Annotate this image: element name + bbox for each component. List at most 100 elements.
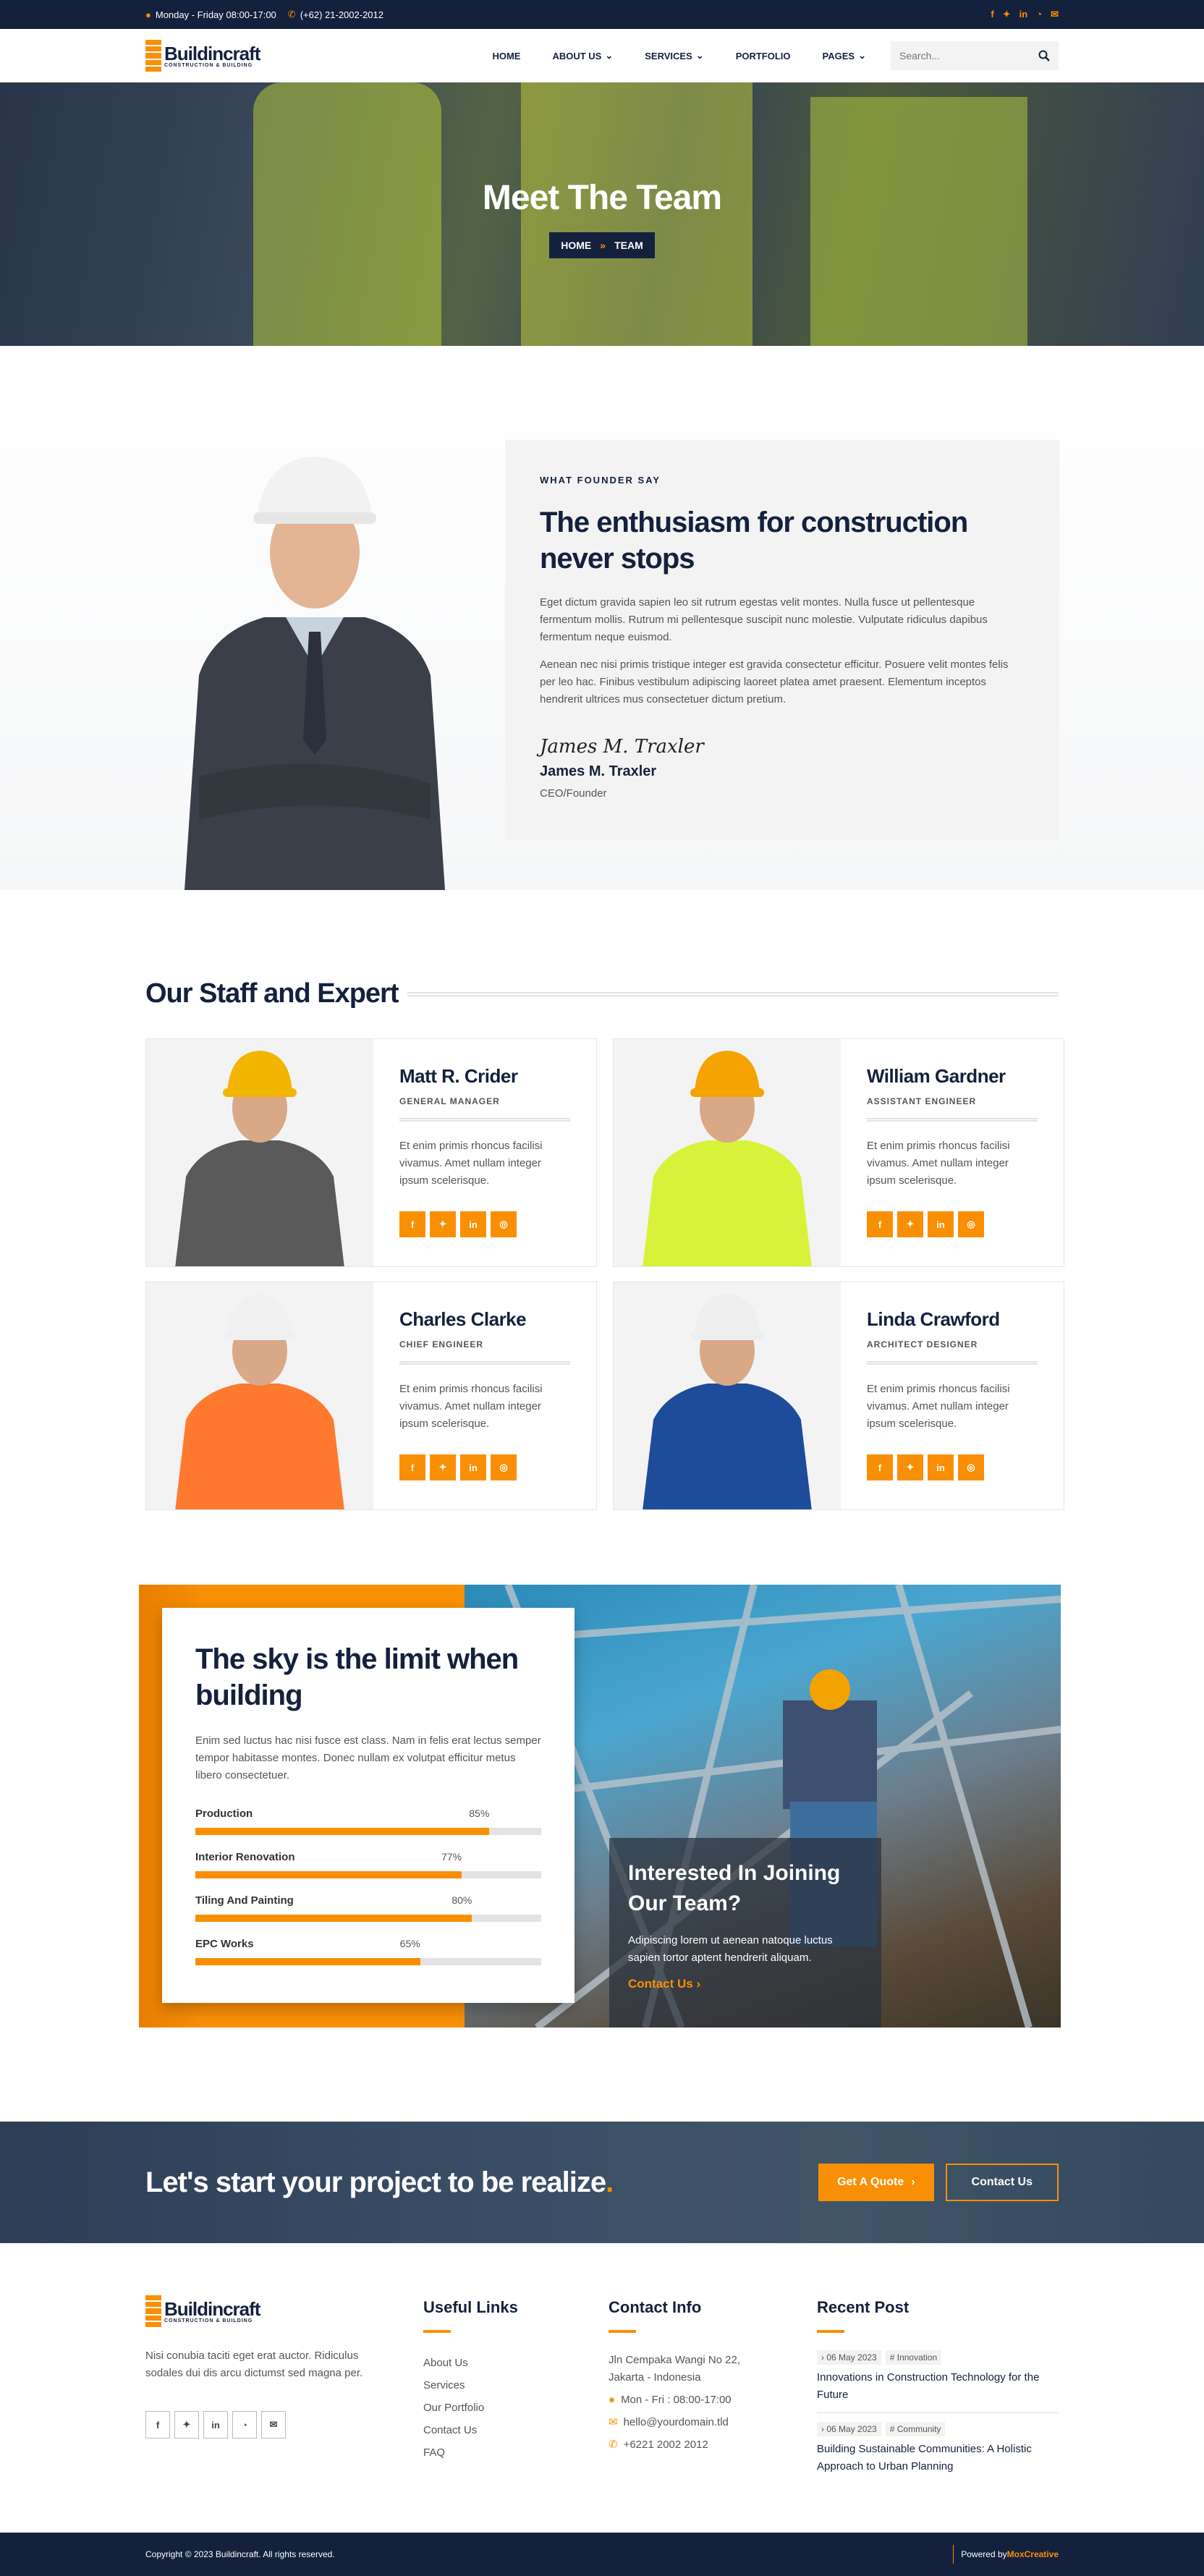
chevron-down-icon: ⌄ <box>605 50 614 61</box>
team-member-photo <box>146 1282 373 1509</box>
opening-hours-text: Monday - Friday 08:00-17:00 <box>155 9 276 20</box>
card-divider <box>867 1361 1038 1365</box>
linkedin-icon[interactable]: in <box>203 2411 228 2439</box>
linkedin-icon[interactable]: in <box>1019 9 1028 20</box>
founder-name: James M. Traxler <box>540 763 657 779</box>
card-divider <box>399 1361 570 1365</box>
breadcrumb: HOME » TEAM <box>549 232 655 258</box>
team-card: Charles Clarke CHIEF ENGINEER Et enim pr… <box>145 1281 597 1510</box>
bottom-bar: Copyright © 2023 Buildincraft. All right… <box>0 2533 1204 2576</box>
search-icon[interactable] <box>1038 50 1050 62</box>
phone-icon: ✆ <box>609 2439 618 2451</box>
instagram-icon[interactable]: ◎ <box>491 1454 517 1480</box>
team-card: William Gardner ASSISTANT ENGINEER Et en… <box>613 1038 1064 1267</box>
instagram-icon[interactable]: ◎ <box>491 1211 517 1237</box>
email-icon[interactable]: ✉ <box>261 2411 286 2439</box>
founder-paragraph-2: Aenean nec nisi primis tristique integer… <box>540 658 1009 706</box>
powered-by-link[interactable]: MoxCreative <box>1007 2549 1059 2559</box>
team-member-name[interactable]: Matt R. Crider <box>399 1065 570 1088</box>
email-icon: ✉ <box>609 2416 618 2428</box>
team-member-bio: Et enim primis rhoncus facilisi vivamus.… <box>399 1140 543 1187</box>
instagram-icon[interactable]: ◎ <box>958 1211 984 1237</box>
contact-email[interactable]: hello@yourdomain.tld <box>624 2414 729 2431</box>
twitter-icon[interactable]: ✦ <box>897 1454 923 1480</box>
skill-bars: Production 85% Interior Renovation 77% Til… <box>195 1806 541 1965</box>
recent-post: › 06 May 2023 # Community Building Susta… <box>817 2422 1059 2475</box>
join-contact-link[interactable]: Contact Us › <box>628 1977 700 1991</box>
heading-underline <box>817 2330 844 2333</box>
facebook-icon[interactable]: f <box>867 1211 893 1237</box>
contact-phone[interactable]: +6221 2002 2012 <box>624 2436 708 2454</box>
team-member-name[interactable]: Linda Crawford <box>867 1308 1038 1331</box>
team-member-bio: Et enim primis rhoncus facilisi vivamus.… <box>399 1383 543 1430</box>
team-member-bio: Et enim primis rhoncus facilisi vivamus.… <box>867 1140 1010 1187</box>
footer-link-about[interactable]: About Us <box>423 2352 609 2374</box>
facebook-icon[interactable]: f <box>145 2411 170 2439</box>
linkedin-icon[interactable]: in <box>928 1211 954 1237</box>
rss-icon[interactable]: ◔ <box>232 2411 257 2439</box>
facebook-icon[interactable]: f <box>867 1454 893 1480</box>
facebook-icon[interactable]: f <box>399 1454 425 1480</box>
footer-logo[interactable]: Buildincraft CONSTRUCTION & BUILDING <box>145 2295 423 2327</box>
rss-icon[interactable]: ◔ <box>1036 9 1042 20</box>
twitter-icon[interactable]: ✦ <box>430 1454 456 1480</box>
post-title[interactable]: Innovations in Construction Technology f… <box>817 2369 1059 2404</box>
team-member-role: CHIEF ENGINEER <box>399 1339 484 1350</box>
nav-about-us[interactable]: ABOUT US ⌄ <box>536 50 629 62</box>
search-input[interactable] <box>899 50 1022 62</box>
card-divider <box>867 1118 1038 1122</box>
skill-item: EPC Works 65% <box>195 1936 541 1965</box>
post-title[interactable]: Building Sustainable Communities: A Holi… <box>817 2441 1059 2475</box>
skill-item: Production 85% <box>195 1806 541 1835</box>
footer-link-portfolio[interactable]: Our Portfolio <box>423 2397 609 2419</box>
nav-portfolio[interactable]: PORTFOLIO <box>720 51 807 62</box>
team-member-photo <box>146 1039 373 1266</box>
logo-tagline: CONSTRUCTION & BUILDING <box>164 62 253 68</box>
linkedin-icon[interactable]: in <box>460 1211 486 1237</box>
nav-services[interactable]: SERVICES ⌄ <box>629 50 719 62</box>
topbar-phone[interactable]: ✆ (+62) 21-2002-2012 <box>288 9 383 20</box>
facebook-icon[interactable]: f <box>399 1211 425 1237</box>
progress-bar <box>195 1958 541 1965</box>
founder-section: WHAT FOUNDER SAY The enthusiasm for cons… <box>0 346 1204 890</box>
linkedin-icon[interactable]: in <box>460 1454 486 1480</box>
founder-quote-card: WHAT FOUNDER SAY The enthusiasm for cons… <box>505 440 1059 839</box>
founder-heading: The enthusiasm for construction never st… <box>540 507 968 575</box>
email-icon[interactable]: ✉ <box>1051 9 1059 20</box>
get-quote-button[interactable]: Get A Quote › <box>818 2164 934 2201</box>
linkedin-icon[interactable]: in <box>928 1454 954 1480</box>
founder-photo <box>156 436 474 890</box>
post-date: › 06 May 2023 <box>817 2350 881 2365</box>
post-date: › 06 May 2023 <box>817 2422 881 2436</box>
progress-fill <box>195 1915 472 1922</box>
team-member-name[interactable]: Charles Clarke <box>399 1308 570 1331</box>
contact-us-button[interactable]: Contact Us <box>945 2164 1059 2201</box>
chevron-down-icon: ⌄ <box>695 50 704 61</box>
skills-heading: The sky is the limit when building <box>195 1643 519 1711</box>
post-tag[interactable]: # Innovation <box>885 2350 942 2365</box>
footer-link-contact[interactable]: Contact Us <box>423 2419 609 2441</box>
footer-link-services[interactable]: Services <box>423 2374 609 2397</box>
skills-card: The sky is the limit when building Enim … <box>162 1608 575 2003</box>
instagram-icon[interactable]: ◎ <box>958 1454 984 1480</box>
footer-link-faq[interactable]: FAQ <box>423 2441 609 2464</box>
logo[interactable]: Buildincraft CONSTRUCTION & BUILDING <box>145 40 260 72</box>
heading-divider <box>407 991 1059 996</box>
skill-item: Tiling And Painting 80% <box>195 1893 541 1922</box>
team-member-name[interactable]: William Gardner <box>867 1065 1038 1088</box>
main-nav: HOME ABOUT US ⌄ SERVICES ⌄ PORTFOLIO PAGES… <box>476 41 1059 70</box>
skill-percent: 85% <box>469 1808 490 1819</box>
join-heading: Interested In Joining Our Team? <box>628 1861 841 1915</box>
twitter-icon[interactable]: ✦ <box>897 1211 923 1237</box>
breadcrumb-home[interactable]: HOME <box>561 240 591 251</box>
team-member-photo <box>614 1039 841 1266</box>
nav-home[interactable]: HOME <box>476 51 536 62</box>
team-card: Linda Crawford ARCHITECT DESIGNER Et eni… <box>613 1281 1064 1510</box>
facebook-icon[interactable]: f <box>991 9 993 20</box>
twitter-icon[interactable]: ✦ <box>1003 9 1011 20</box>
twitter-icon[interactable]: ✦ <box>430 1211 456 1237</box>
post-tag[interactable]: # Community <box>885 2422 946 2436</box>
twitter-icon[interactable]: ✦ <box>174 2411 199 2439</box>
nav-pages[interactable]: PAGES ⌄ <box>807 50 882 62</box>
clock-icon: ● <box>145 9 151 20</box>
